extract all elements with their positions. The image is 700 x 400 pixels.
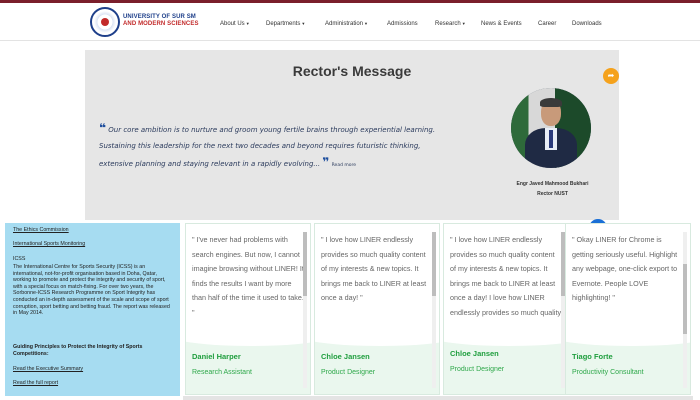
integrity-panel: The Ethics Commission International Spor… bbox=[5, 223, 180, 396]
rector-name: Engr Javed Mahmood Bukhari bbox=[516, 181, 589, 187]
testimonial-role: Product Designer bbox=[450, 366, 505, 373]
card-scroll-thumb[interactable] bbox=[432, 232, 436, 296]
nav-admissions[interactable]: Admissions bbox=[387, 21, 418, 27]
nav-label: Departments bbox=[266, 21, 301, 27]
read-more-link[interactable]: Read more bbox=[332, 163, 356, 168]
card-footer-wave bbox=[186, 322, 310, 394]
university-name-line1: UNIVERSITY OF SUR SM bbox=[123, 14, 196, 20]
site-header: UNIVERSITY OF SUR SM AND MODERN SCIENCES… bbox=[0, 3, 700, 41]
testimonial-name: Tiago Forte bbox=[572, 352, 613, 361]
testimonial-quote: " I've never had problems with search en… bbox=[192, 235, 304, 317]
nav-news-events[interactable]: News & Events bbox=[481, 21, 522, 27]
testimonials-carousel: " I've never had problems with search en… bbox=[183, 223, 693, 400]
executive-summary-link[interactable]: Read the Executive Summary bbox=[13, 366, 83, 372]
chevron-down-icon: ▼ bbox=[245, 21, 250, 26]
rector-message-section: Rector's Message ❝ Our core ambition is … bbox=[85, 50, 619, 220]
nav-administration[interactable]: Administration▼ bbox=[325, 21, 368, 27]
icss-description: The International Centre for Sports Secu… bbox=[13, 264, 170, 317]
testimonial-role: Product Designer bbox=[321, 369, 376, 376]
photo-tie bbox=[549, 130, 553, 148]
nav-research[interactable]: Research▼ bbox=[435, 21, 466, 27]
rector-quote: ❝ Our core ambition is to nurture and gr… bbox=[99, 120, 454, 174]
testimonial-name: Chloe Jansen bbox=[450, 349, 499, 358]
testimonial-quote: " Okay LINER for Chrome is getting serio… bbox=[572, 235, 678, 303]
nav-label: About Us bbox=[220, 21, 245, 27]
testimonial-card[interactable]: " I love how LINER endlessly provides so… bbox=[314, 223, 440, 395]
full-report-link[interactable]: Read the full report bbox=[13, 380, 58, 386]
nav-career[interactable]: Career bbox=[538, 21, 556, 27]
nav-departments[interactable]: Departments▼ bbox=[266, 21, 305, 27]
testimonial-quote: " I love how LINER endlessly provides so… bbox=[450, 235, 562, 332]
card-footer-wave bbox=[444, 322, 568, 394]
university-name-line2: AND MODERN SCIENCES bbox=[123, 21, 199, 27]
chevron-down-icon: ▼ bbox=[301, 21, 306, 26]
page-scrollbar-track[interactable] bbox=[183, 396, 693, 400]
icss-heading: ICSS bbox=[13, 256, 26, 262]
testimonial-card[interactable]: " I love how LINER endlessly provides so… bbox=[443, 223, 569, 395]
ethics-commission-link[interactable]: The Ethics Commission bbox=[13, 227, 69, 233]
nav-downloads[interactable]: Downloads bbox=[572, 21, 602, 27]
chevron-down-icon: ▼ bbox=[461, 21, 466, 26]
card-footer-wave bbox=[315, 322, 439, 394]
university-name[interactable]: UNIVERSITY OF SUR SM AND MODERN SCIENCES bbox=[123, 14, 199, 28]
nav-about-us[interactable]: About Us▼ bbox=[220, 21, 250, 27]
nav-label: Administration bbox=[325, 21, 364, 27]
testimonial-card[interactable]: " Okay LINER for Chrome is getting serio… bbox=[565, 223, 691, 395]
nav-label: Research bbox=[435, 21, 461, 27]
rector-photo bbox=[511, 88, 591, 168]
testimonial-name: Daniel Harper bbox=[192, 352, 241, 361]
nav-label: Downloads bbox=[572, 21, 602, 27]
nav-label: Admissions bbox=[387, 21, 418, 27]
card-footer-wave bbox=[566, 322, 690, 394]
rector-caption: Engr Javed Mahmood Bukhari Rector NUST bbox=[490, 179, 615, 199]
nav-label: News & Events bbox=[481, 21, 522, 27]
testimonial-quote: " I love how LINER endlessly provides so… bbox=[321, 235, 427, 303]
sports-monitoring-link[interactable]: International Sports Monitoring bbox=[13, 241, 85, 247]
testimonial-role: Research Assistant bbox=[192, 369, 252, 376]
nav-label: Career bbox=[538, 21, 557, 27]
share-icon[interactable]: ➦ bbox=[603, 68, 619, 84]
chevron-down-icon: ▼ bbox=[364, 21, 368, 26]
guiding-principles-heading: Guiding Principles to Protect the Integr… bbox=[13, 344, 143, 357]
section-title: Rector's Message bbox=[292, 63, 412, 79]
testimonial-name: Chloe Jansen bbox=[321, 352, 370, 361]
close-quote-icon: ❞ bbox=[322, 155, 330, 169]
testimonial-card[interactable]: " I've never had problems with search en… bbox=[185, 223, 311, 395]
rector-quote-text: Our core ambition is to nurture and groo… bbox=[99, 126, 436, 168]
card-scroll-thumb[interactable] bbox=[683, 264, 687, 334]
open-quote-icon: ❝ bbox=[99, 121, 107, 135]
card-scroll-thumb[interactable] bbox=[303, 232, 307, 296]
university-logo[interactable] bbox=[90, 7, 120, 37]
testimonial-role: Productivity Consultant bbox=[572, 369, 644, 376]
photo-hair bbox=[540, 98, 562, 107]
rector-position: Rector NUST bbox=[537, 191, 568, 197]
